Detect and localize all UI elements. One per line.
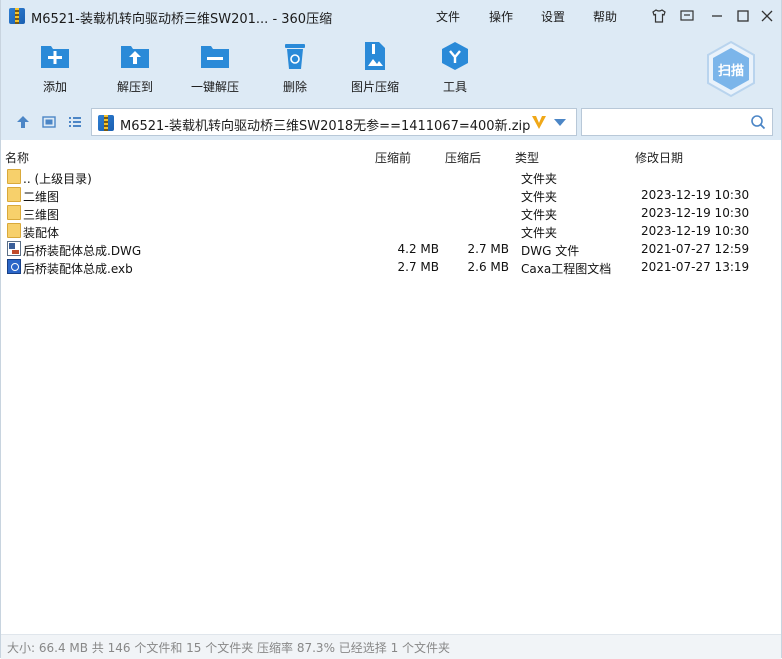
status-bar: 大小: 66.4 MB 共 146 个文件和 15 个文件夹 压缩率 87.3%… bbox=[1, 634, 781, 659]
add-label: 添加 bbox=[42, 80, 67, 94]
chevron-down-icon[interactable] bbox=[554, 119, 566, 126]
checkmark-v-icon bbox=[530, 113, 548, 131]
window-title: M6521-装载机转向驱动桥三维SW201... - 360压缩 bbox=[31, 12, 333, 27]
folder-icon bbox=[7, 169, 21, 184]
file-name: 后桥装配体总成.exb bbox=[23, 262, 133, 276]
file-row[interactable]: 后桥装配体总成.DWG 4.2 MB 2.7 MB DWG 文件 2021-07… bbox=[1, 240, 781, 258]
tools-icon bbox=[439, 40, 471, 72]
image-compress-button[interactable]: 图片压缩 bbox=[337, 40, 413, 95]
file-row[interactable]: .. (上级目录) 文件夹 bbox=[1, 168, 781, 186]
file-name: .. (上级目录) bbox=[23, 172, 92, 186]
column-headers: 名称 压缩前 压缩后 类型 修改日期 bbox=[1, 146, 781, 166]
folder-icon bbox=[7, 187, 21, 202]
file-modified: 2023-12-19 10:30 bbox=[641, 224, 750, 238]
thumbnail-view-icon[interactable] bbox=[41, 114, 57, 130]
delete-button[interactable]: 删除 bbox=[257, 40, 333, 95]
add-folder-icon bbox=[39, 40, 71, 72]
column-modified[interactable]: 修改日期 bbox=[635, 149, 683, 166]
file-packed-size: 4.2 MB bbox=[397, 242, 439, 256]
file-name: 后桥装配体总成.DWG bbox=[23, 244, 142, 258]
skin-shirt-icon[interactable] bbox=[649, 6, 669, 26]
file-modified: 2023-12-19 10:30 bbox=[641, 206, 750, 220]
minimize-icon[interactable] bbox=[707, 6, 727, 26]
file-row[interactable]: 后桥装配体总成.exb 2.7 MB 2.6 MB Caxa工程图文档 2021… bbox=[1, 258, 781, 276]
search-box[interactable] bbox=[581, 108, 773, 136]
extract-to-label: 解压到 bbox=[116, 80, 153, 94]
file-type: Caxa工程图文档 bbox=[521, 262, 612, 276]
file-modified: 2021-07-27 12:59 bbox=[641, 242, 750, 256]
file-type: DWG 文件 bbox=[521, 244, 580, 258]
file-unpacked-size: 2.7 MB bbox=[467, 242, 509, 256]
image-compress-icon bbox=[359, 40, 391, 72]
file-type: 文件夹 bbox=[521, 208, 558, 222]
column-type[interactable]: 类型 bbox=[515, 149, 539, 166]
trash-icon bbox=[279, 40, 311, 72]
exb-file-icon bbox=[7, 259, 21, 274]
extract-to-button[interactable]: 解压到 bbox=[97, 40, 173, 95]
file-modified: 2023-12-19 10:30 bbox=[641, 188, 750, 202]
scan-button[interactable]: 扫描 bbox=[705, 40, 757, 98]
menu-operation[interactable]: 操作 bbox=[489, 8, 513, 25]
image-compress-label: 图片压缩 bbox=[350, 80, 399, 94]
column-packed[interactable]: 压缩前 bbox=[375, 149, 411, 166]
file-name: 二维图 bbox=[23, 190, 60, 204]
archive-app-icon bbox=[9, 8, 25, 24]
file-name: 三维图 bbox=[23, 208, 60, 222]
up-arrow-icon[interactable] bbox=[15, 114, 31, 130]
delete-label: 删除 bbox=[282, 80, 307, 94]
folder-icon bbox=[7, 205, 21, 220]
archive-icon bbox=[98, 115, 114, 131]
toolbar: 添加 解压到 一键解压 删除 图片压缩 工具 扫描 bbox=[1, 32, 781, 104]
tools-label: 工具 bbox=[442, 80, 467, 94]
extract-folder-icon bbox=[119, 40, 151, 72]
file-unpacked-size: 2.6 MB bbox=[467, 260, 509, 274]
close-icon[interactable] bbox=[757, 6, 777, 26]
add-button[interactable]: 添加 bbox=[17, 40, 93, 95]
address-bar[interactable]: M6521-装载机转向驱动桥三维SW2018无参==1411067=400新.z… bbox=[91, 108, 577, 136]
quick-extract-label: 一键解压 bbox=[190, 80, 239, 94]
address-path: M6521-装载机转向驱动桥三维SW2018无参==1411067=400新.z… bbox=[120, 119, 530, 134]
feedback-icon[interactable] bbox=[677, 6, 697, 26]
scan-label: 扫描 bbox=[717, 64, 744, 79]
title-bar: M6521-装载机转向驱动桥三维SW201... - 360压缩 文件 操作 设… bbox=[1, 0, 781, 32]
file-type: 文件夹 bbox=[521, 172, 558, 186]
file-row[interactable]: 装配体 文件夹 2023-12-19 10:30 bbox=[1, 222, 781, 240]
file-type: 文件夹 bbox=[521, 226, 558, 240]
address-row: M6521-装载机转向驱动桥三维SW2018无参==1411067=400新.z… bbox=[1, 104, 781, 140]
maximize-icon[interactable] bbox=[733, 6, 753, 26]
file-row[interactable]: 三维图 文件夹 2023-12-19 10:30 bbox=[1, 204, 781, 222]
column-unpacked[interactable]: 压缩后 bbox=[445, 149, 481, 166]
search-input[interactable] bbox=[586, 113, 750, 133]
search-icon[interactable] bbox=[750, 114, 766, 130]
folder-icon bbox=[7, 223, 21, 238]
menu-settings[interactable]: 设置 bbox=[541, 8, 565, 25]
status-text: 大小: 66.4 MB 共 146 个文件和 15 个文件夹 压缩率 87.3%… bbox=[7, 641, 451, 655]
tools-button[interactable]: 工具 bbox=[417, 40, 493, 95]
quick-extract-icon bbox=[199, 40, 231, 72]
file-row[interactable]: 二维图 文件夹 2023-12-19 10:30 bbox=[1, 186, 781, 204]
column-name[interactable]: 名称 bbox=[5, 149, 29, 166]
list-view-icon[interactable] bbox=[67, 114, 83, 130]
menu-file[interactable]: 文件 bbox=[436, 8, 460, 25]
menu-help[interactable]: 帮助 bbox=[593, 8, 617, 25]
dwg-file-icon bbox=[7, 241, 21, 256]
quick-extract-button[interactable]: 一键解压 bbox=[177, 40, 253, 95]
file-name: 装配体 bbox=[23, 226, 60, 240]
app-window: M6521-装载机转向驱动桥三维SW201... - 360压缩 文件 操作 设… bbox=[0, 0, 782, 659]
file-packed-size: 2.7 MB bbox=[397, 260, 439, 274]
file-modified: 2021-07-27 13:19 bbox=[641, 260, 750, 274]
file-type: 文件夹 bbox=[521, 190, 558, 204]
